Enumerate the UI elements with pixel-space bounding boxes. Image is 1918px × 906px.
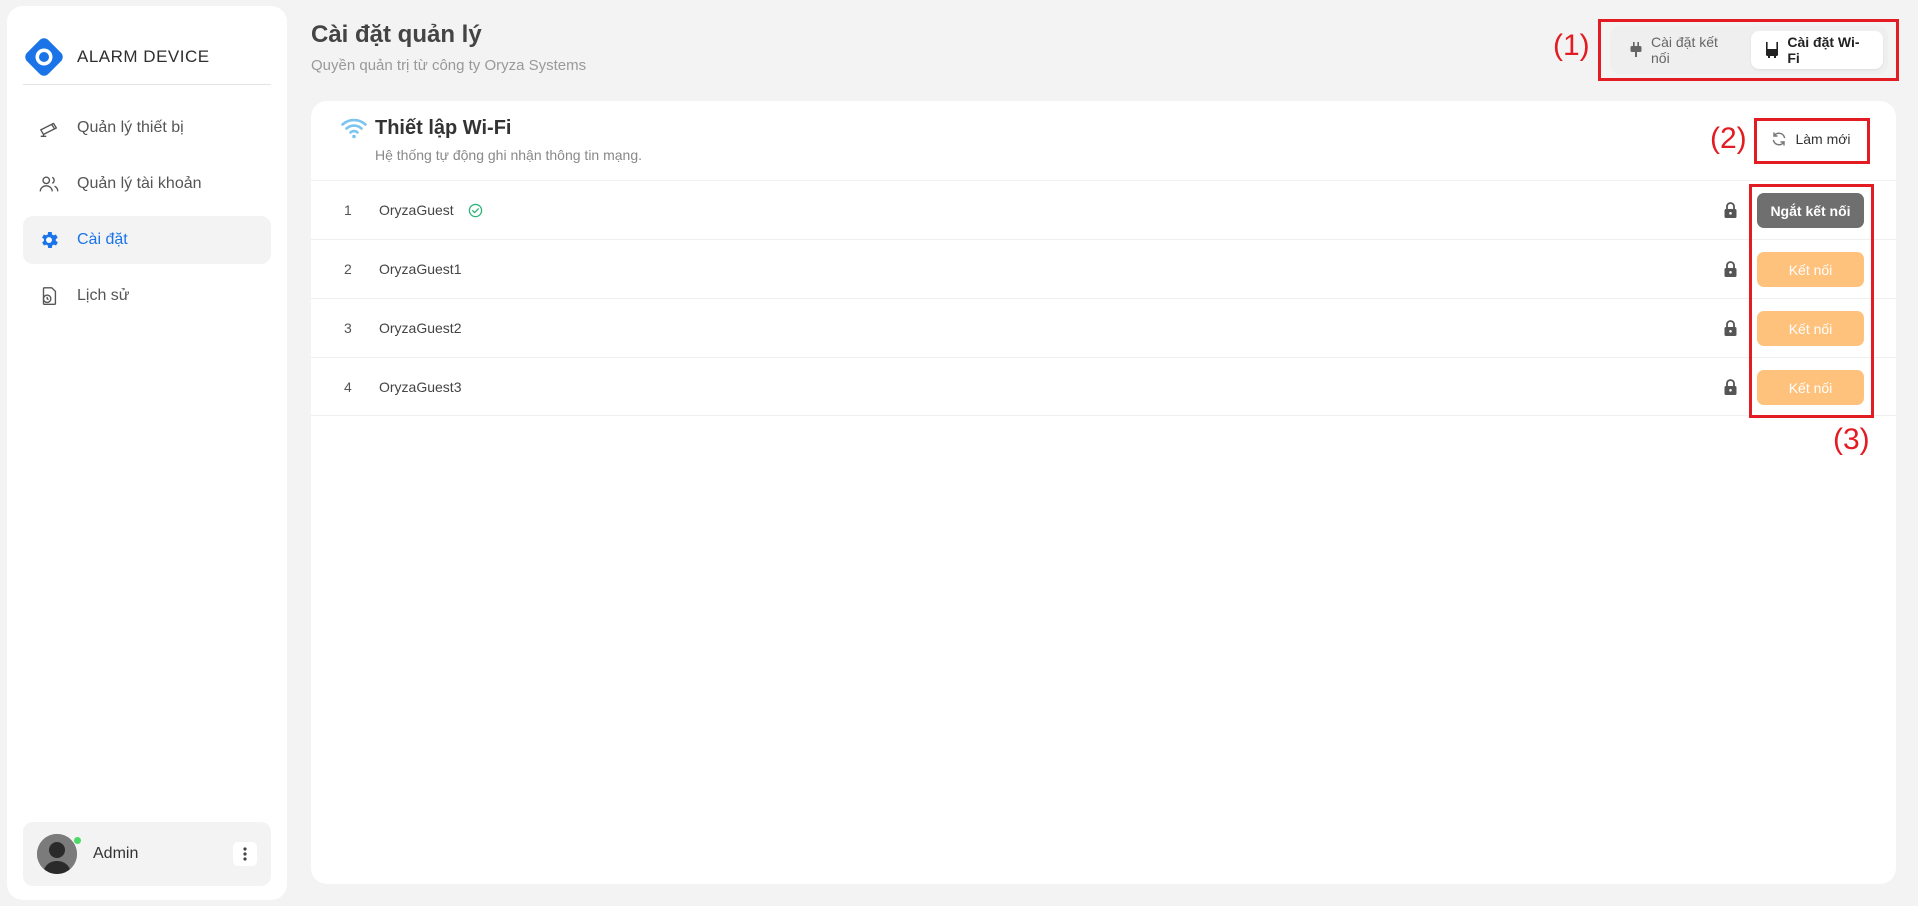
table-row: 4 OryzaGuest3 Kết nối bbox=[311, 357, 1896, 416]
network-ssid: OryzaGuest2 bbox=[379, 320, 462, 336]
app-name: ALARM DEVICE bbox=[77, 47, 210, 66]
row-index: 1 bbox=[344, 202, 352, 218]
user-profile[interactable]: Admin bbox=[23, 822, 271, 886]
annotation-label-2: (2) bbox=[1710, 122, 1747, 155]
network-name: OryzaGuest1 bbox=[379, 261, 461, 277]
lock-icon bbox=[1724, 261, 1737, 277]
sidebar-item-label: Quản lý thiết bị bbox=[77, 119, 184, 136]
table-row: 2 OryzaGuest1 Kết nối bbox=[311, 239, 1896, 298]
annotation-label-1: (1) bbox=[1553, 29, 1590, 62]
cctv-camera-icon bbox=[37, 116, 61, 140]
sidebar-nav: Quản lý thiết bị Quản lý tài khoản Cài đ… bbox=[23, 104, 271, 328]
online-status-dot bbox=[73, 836, 82, 845]
row-index: 2 bbox=[344, 261, 352, 277]
table-row: 3 OryzaGuest2 Kết nối bbox=[311, 298, 1896, 357]
network-ssid: OryzaGuest bbox=[379, 202, 454, 218]
annotation-label-3: (3) bbox=[1833, 423, 1870, 456]
sidebar-item-history[interactable]: Lịch sử bbox=[23, 272, 271, 320]
sidebar-item-label: Quản lý tài khoản bbox=[77, 175, 202, 192]
network-name: OryzaGuest2 bbox=[379, 320, 461, 336]
lock-icon bbox=[1724, 320, 1737, 336]
gear-icon bbox=[37, 228, 61, 252]
tab-group: Cài đặt kết nối Cài đặt Wi-Fi bbox=[1610, 26, 1888, 74]
kebab-menu-icon bbox=[243, 847, 247, 861]
card-subtitle: Hệ thống tự động ghi nhận thông tin mạng… bbox=[375, 147, 643, 163]
network-name: OryzaGuest bbox=[379, 202, 483, 218]
sidebar-item-settings[interactable]: Cài đặt bbox=[23, 216, 271, 264]
row-index: 4 bbox=[344, 378, 352, 395]
sidebar: ALARM DEVICE Quản lý thiết bị Quản lý tà… bbox=[7, 6, 287, 900]
tab-label: Cài đặt kết nối bbox=[1651, 34, 1718, 66]
connected-check-icon bbox=[468, 203, 483, 218]
app-logo[interactable]: ALARM DEVICE bbox=[23, 30, 210, 84]
network-name: OryzaGuest3 bbox=[379, 379, 461, 395]
tab-connection-settings[interactable]: Cài đặt kết nối bbox=[1615, 31, 1751, 69]
sidebar-item-accounts[interactable]: Quản lý tài khoản bbox=[23, 160, 271, 208]
user-name: Admin bbox=[93, 845, 139, 862]
users-icon bbox=[37, 172, 61, 196]
wifi-settings-card: Thiết lập Wi-Fi Hệ thống tự động ghi nhậ… bbox=[311, 101, 1896, 884]
lock-icon bbox=[1724, 202, 1737, 218]
sidebar-item-label: Lịch sử bbox=[77, 287, 130, 304]
sidebar-item-label: Cài đặt bbox=[77, 231, 128, 248]
plug-icon bbox=[1629, 42, 1643, 58]
router-icon bbox=[1765, 42, 1779, 58]
wifi-network-list: 1 OryzaGuest Ngắt kết nối 2 OryzaGuest1 … bbox=[311, 180, 1896, 416]
tab-wifi-settings[interactable]: Cài đặt Wi-Fi bbox=[1751, 31, 1883, 69]
table-row: 1 OryzaGuest Ngắt kết nối bbox=[311, 180, 1896, 239]
settings-tabs: Cài đặt kết nối Cài đặt Wi-Fi bbox=[1600, 19, 1898, 81]
annotation-box-2 bbox=[1754, 118, 1870, 164]
card-title: Thiết lập Wi-Fi bbox=[375, 117, 512, 139]
wifi-icon bbox=[341, 117, 367, 144]
annotation-box-3 bbox=[1749, 184, 1874, 418]
history-file-icon bbox=[37, 284, 61, 308]
sidebar-item-devices[interactable]: Quản lý thiết bị bbox=[23, 104, 271, 152]
page-title: Cài đặt quản lý bbox=[311, 21, 482, 48]
page-subtitle: Quyền quản trị từ công ty Oryza Systems bbox=[311, 57, 587, 74]
logo-icon bbox=[23, 36, 65, 78]
tab-label: Cài đặt Wi-Fi bbox=[1787, 34, 1860, 66]
avatar bbox=[37, 834, 77, 874]
network-ssid: OryzaGuest1 bbox=[379, 261, 462, 277]
network-ssid: OryzaGuest3 bbox=[379, 378, 462, 395]
more-options-button[interactable] bbox=[233, 842, 257, 866]
row-index: 3 bbox=[344, 320, 352, 336]
lock-icon bbox=[1724, 379, 1737, 395]
divider bbox=[23, 84, 271, 85]
